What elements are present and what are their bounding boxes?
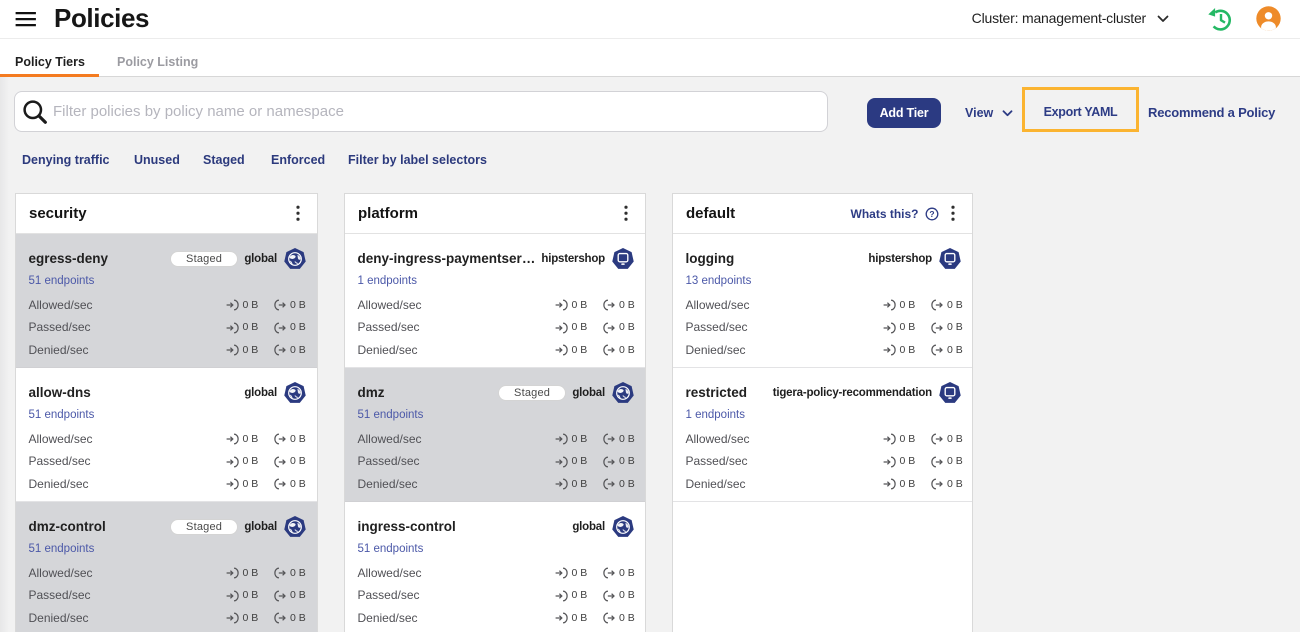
svg-text:?: ? (929, 209, 934, 219)
